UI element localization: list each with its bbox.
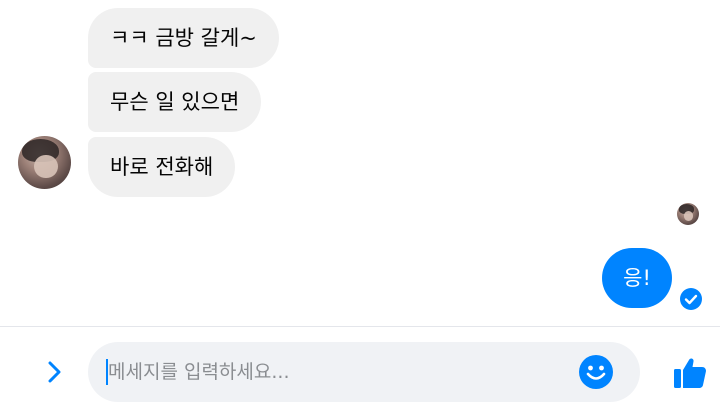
message-input[interactable] bbox=[108, 342, 568, 402]
incoming-message[interactable]: ㅋㅋ 금방 갈게~ bbox=[88, 8, 279, 68]
avatar-face bbox=[683, 210, 694, 221]
incoming-message[interactable]: 무슨 일 있으면 bbox=[88, 72, 262, 132]
seen-receipt-avatar bbox=[677, 203, 699, 225]
sent-check-icon bbox=[680, 288, 702, 310]
chevron-right-icon[interactable] bbox=[40, 357, 70, 387]
incoming-message[interactable]: 바로 전화해 bbox=[88, 137, 236, 197]
message-input-container[interactable] bbox=[88, 342, 640, 402]
chat-screen: ㅋㅋ 금방 갈게~ 무슨 일 있으면 바로 전화해 응! bbox=[0, 0, 720, 414]
thumbs-up-icon[interactable] bbox=[672, 354, 708, 390]
smiley-icon[interactable] bbox=[578, 354, 614, 390]
composer-divider bbox=[0, 326, 720, 327]
outgoing-message[interactable]: 응! bbox=[602, 248, 672, 308]
avatar-face bbox=[33, 154, 58, 179]
contact-avatar[interactable] bbox=[18, 136, 71, 189]
